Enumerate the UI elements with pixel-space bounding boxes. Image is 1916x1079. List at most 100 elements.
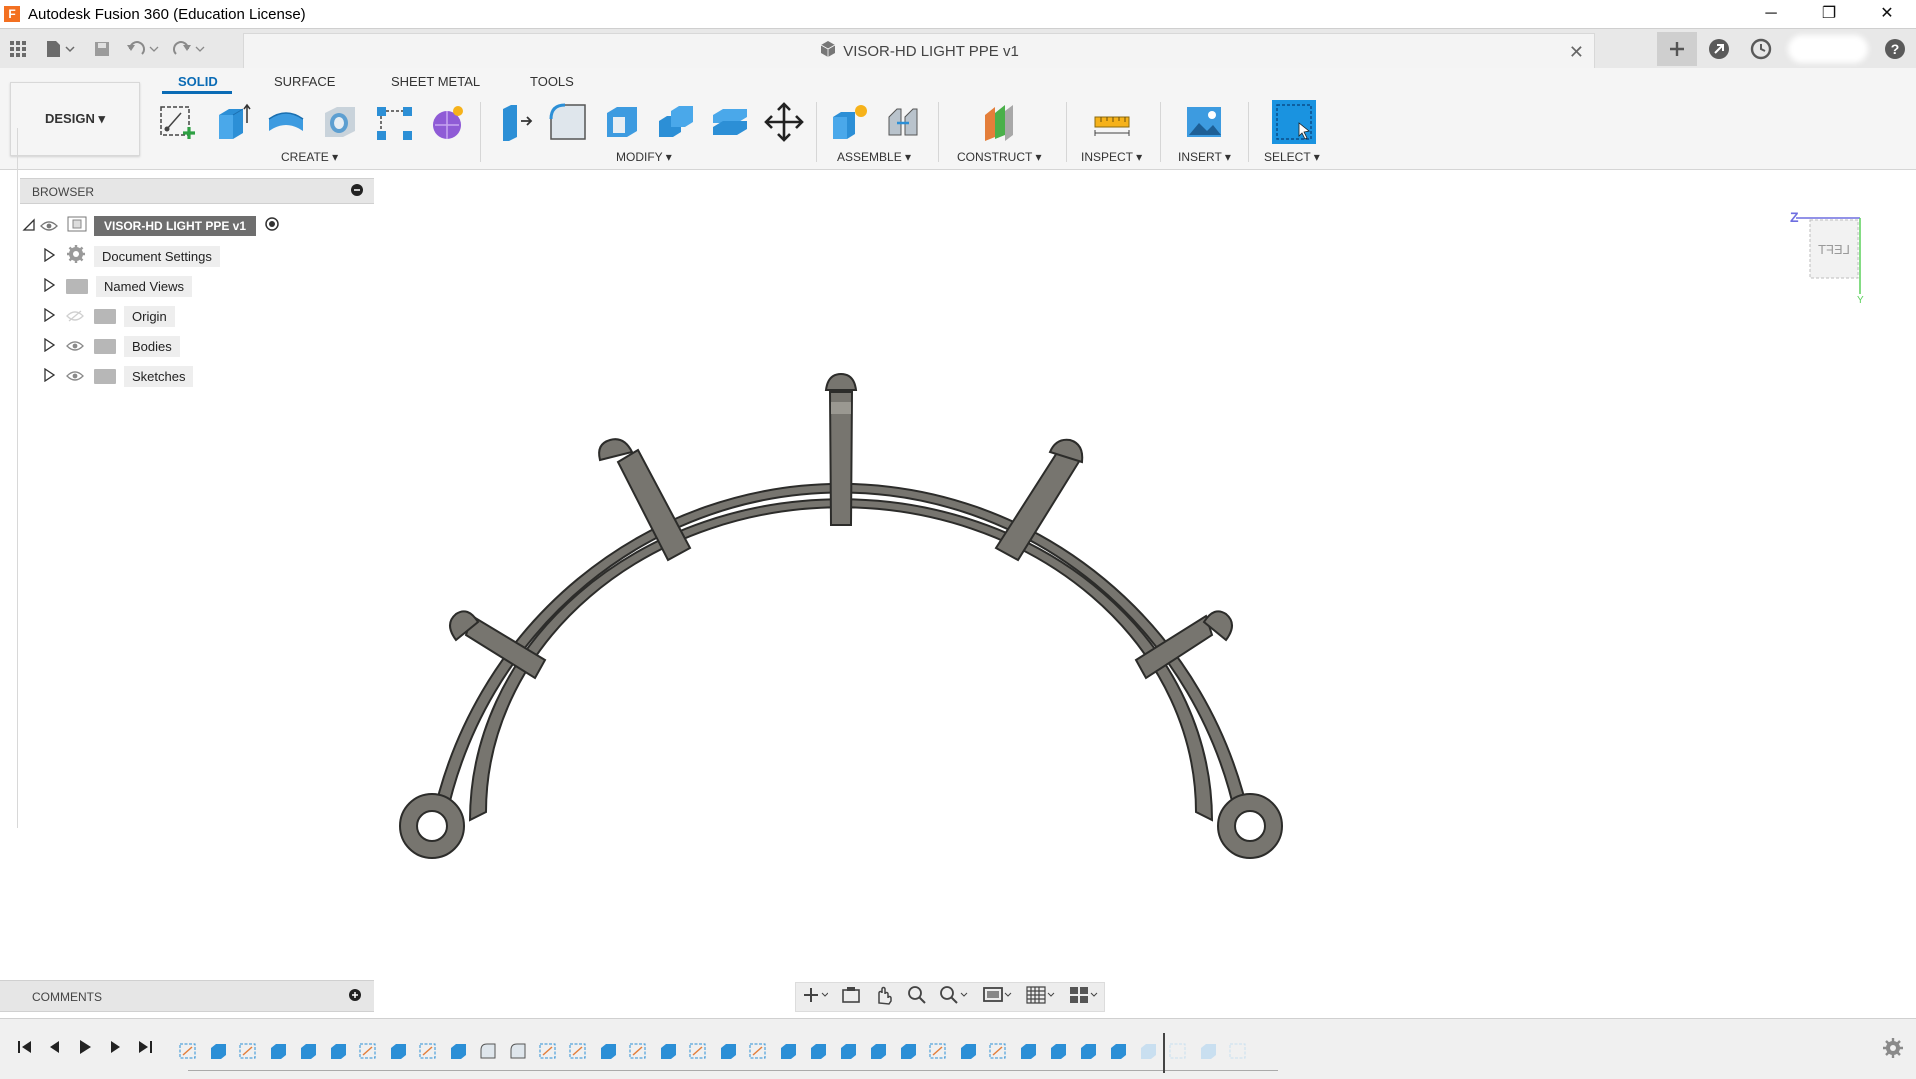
timeline-extrude-icon[interactable] (806, 1039, 830, 1063)
visor-model[interactable] (399, 372, 1283, 859)
minimize-button[interactable]: ─ (1742, 0, 1800, 28)
modify-group-label[interactable]: MODIFY ▾ (616, 150, 672, 164)
timeline-suppressed-extrude-icon[interactable] (1136, 1039, 1160, 1063)
timeline-suppressed-sketch-icon[interactable] (1166, 1039, 1190, 1063)
combine-icon[interactable] (654, 100, 698, 144)
help-icon[interactable]: ? (1875, 32, 1915, 66)
timeline-marker[interactable] (1163, 1033, 1165, 1073)
press-pull-icon[interactable] (492, 100, 536, 144)
rectangular-pattern-icon[interactable] (372, 100, 416, 144)
timeline-sketch-icon[interactable] (416, 1039, 440, 1063)
zoom-icon[interactable] (907, 985, 927, 1010)
step-forward-icon[interactable] (100, 1039, 130, 1060)
extensions-icon[interactable] (1699, 32, 1739, 66)
timeline-suppressed-sketch-icon[interactable] (1226, 1039, 1250, 1063)
timeline-extrude-icon[interactable] (1016, 1039, 1040, 1063)
comments-expand-icon[interactable] (348, 988, 362, 1005)
undo-icon[interactable] (123, 34, 163, 64)
timeline-extrude-icon[interactable] (866, 1039, 890, 1063)
form-icon[interactable] (426, 100, 470, 144)
play-icon[interactable] (70, 1039, 100, 1060)
document-tab[interactable]: VISOR-HD LIGHT PPE v1 ✕ (243, 33, 1595, 69)
timeline-sketch-icon[interactable] (746, 1039, 770, 1063)
model-viewport[interactable] (18, 170, 1916, 978)
timeline-extrude-icon[interactable] (716, 1039, 740, 1063)
timeline-extrude-icon[interactable] (836, 1039, 860, 1063)
timeline-extrude-icon[interactable] (956, 1039, 980, 1063)
select-group-label[interactable]: SELECT ▾ (1264, 150, 1320, 164)
create-group-label[interactable]: CREATE ▾ (281, 150, 338, 164)
timeline-fillet-icon[interactable] (506, 1039, 530, 1063)
timeline-sketch-icon[interactable] (176, 1039, 200, 1063)
extrude-icon[interactable] (210, 100, 254, 144)
grid-settings-icon[interactable] (1025, 985, 1055, 1010)
close-tab-icon[interactable]: ✕ (1569, 42, 1584, 63)
timeline-suppressed-extrude-icon[interactable] (1196, 1039, 1220, 1063)
timeline-extrude-icon[interactable] (206, 1039, 230, 1063)
timeline-extrude-icon[interactable] (896, 1039, 920, 1063)
timeline-extrude-icon[interactable] (326, 1039, 350, 1063)
revolve-icon[interactable] (264, 100, 308, 144)
select-icon[interactable] (1272, 100, 1316, 144)
tab-surface[interactable]: SURFACE (274, 74, 335, 89)
split-body-icon[interactable] (708, 100, 752, 144)
fillet-icon[interactable] (546, 100, 590, 144)
timeline-fillet-icon[interactable] (476, 1039, 500, 1063)
timeline-sketch-icon[interactable] (536, 1039, 560, 1063)
step-back-icon[interactable] (40, 1039, 70, 1060)
timeline-sketch-icon[interactable] (626, 1039, 650, 1063)
timeline-sketch-icon[interactable] (986, 1039, 1010, 1063)
viewports-icon[interactable] (1068, 985, 1098, 1010)
joint-icon[interactable] (882, 100, 926, 144)
timeline-extrude-icon[interactable] (596, 1039, 620, 1063)
display-settings-icon[interactable] (982, 985, 1012, 1010)
insert-image-icon[interactable] (1182, 100, 1226, 144)
restore-button[interactable]: ❐ (1800, 0, 1858, 28)
construct-group-label[interactable]: CONSTRUCT ▾ (957, 150, 1041, 164)
tab-solid[interactable]: SOLID (178, 74, 218, 89)
timeline-sketch-icon[interactable] (356, 1039, 380, 1063)
look-at-icon[interactable] (841, 986, 861, 1009)
fit-zoom-icon[interactable] (939, 985, 969, 1010)
timeline-sketch-icon[interactable] (926, 1039, 950, 1063)
offset-plane-icon[interactable] (978, 100, 1022, 144)
go-to-start-icon[interactable] (10, 1039, 40, 1060)
timeline-sketch-icon[interactable] (566, 1039, 590, 1063)
timeline-extrude-icon[interactable] (386, 1039, 410, 1063)
assemble-group-label[interactable]: ASSEMBLE ▾ (837, 150, 911, 164)
tab-sheet-metal[interactable]: SHEET METAL (391, 74, 480, 89)
timeline-extrude-icon[interactable] (1046, 1039, 1070, 1063)
timeline-sketch-icon[interactable] (236, 1039, 260, 1063)
inspect-group-label[interactable]: INSPECT ▾ (1081, 150, 1142, 164)
workspace-switcher[interactable]: DESIGN ▾ (10, 82, 140, 156)
user-account-blurred[interactable] (1788, 35, 1868, 63)
shell-icon[interactable] (600, 100, 644, 144)
save-icon[interactable] (87, 34, 117, 64)
orbit-icon[interactable] (802, 986, 829, 1009)
timeline-extrude-icon[interactable] (296, 1039, 320, 1063)
view-cube[interactable]: Z Y LEFT (1790, 208, 1870, 306)
timeline-extrude-icon[interactable] (446, 1039, 470, 1063)
create-sketch-icon[interactable] (156, 100, 200, 144)
timeline-extrude-icon[interactable] (1076, 1039, 1100, 1063)
new-component-icon[interactable] (828, 100, 872, 144)
hole-icon[interactable] (318, 100, 362, 144)
job-status-icon[interactable] (1741, 32, 1781, 66)
insert-group-label[interactable]: INSERT ▾ (1178, 150, 1231, 164)
apps-grid-icon[interactable] (3, 34, 33, 64)
redo-icon[interactable] (169, 34, 209, 64)
timeline-extrude-icon[interactable] (266, 1039, 290, 1063)
file-menu-icon[interactable] (39, 34, 81, 64)
measure-icon[interactable] (1090, 100, 1134, 144)
new-tab-plus-icon[interactable] (1657, 32, 1697, 66)
pan-hand-icon[interactable] (874, 985, 894, 1010)
go-to-end-icon[interactable] (130, 1039, 160, 1060)
close-window-button[interactable]: ✕ (1858, 0, 1916, 28)
timeline-extrude-icon[interactable] (656, 1039, 680, 1063)
timeline-sketch-icon[interactable] (686, 1039, 710, 1063)
timeline-extrude-icon[interactable] (776, 1039, 800, 1063)
timeline-settings-gear-icon[interactable] (1882, 1037, 1904, 1065)
move-copy-icon[interactable] (762, 100, 806, 144)
timeline-extrude-icon[interactable] (1106, 1039, 1130, 1063)
tab-tools[interactable]: TOOLS (530, 74, 574, 89)
